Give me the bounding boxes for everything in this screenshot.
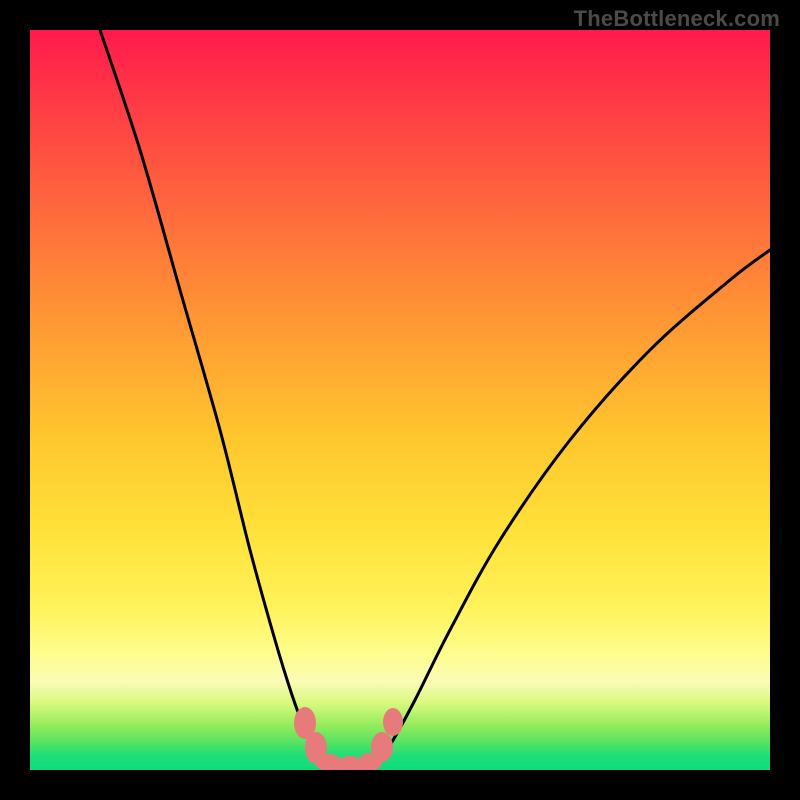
watermark-text: TheBottleneck.com	[574, 6, 780, 32]
marker-beads	[294, 707, 403, 770]
series-right-curve	[375, 250, 770, 762]
curves-svg	[30, 30, 770, 770]
marker-right-nodule-2	[383, 708, 403, 736]
marker-right-nodule-1	[371, 732, 393, 762]
plot-area	[30, 30, 770, 770]
curve-paths	[100, 30, 770, 767]
series-left-curve	[100, 30, 322, 762]
chart-stage: TheBottleneck.com	[0, 0, 800, 800]
